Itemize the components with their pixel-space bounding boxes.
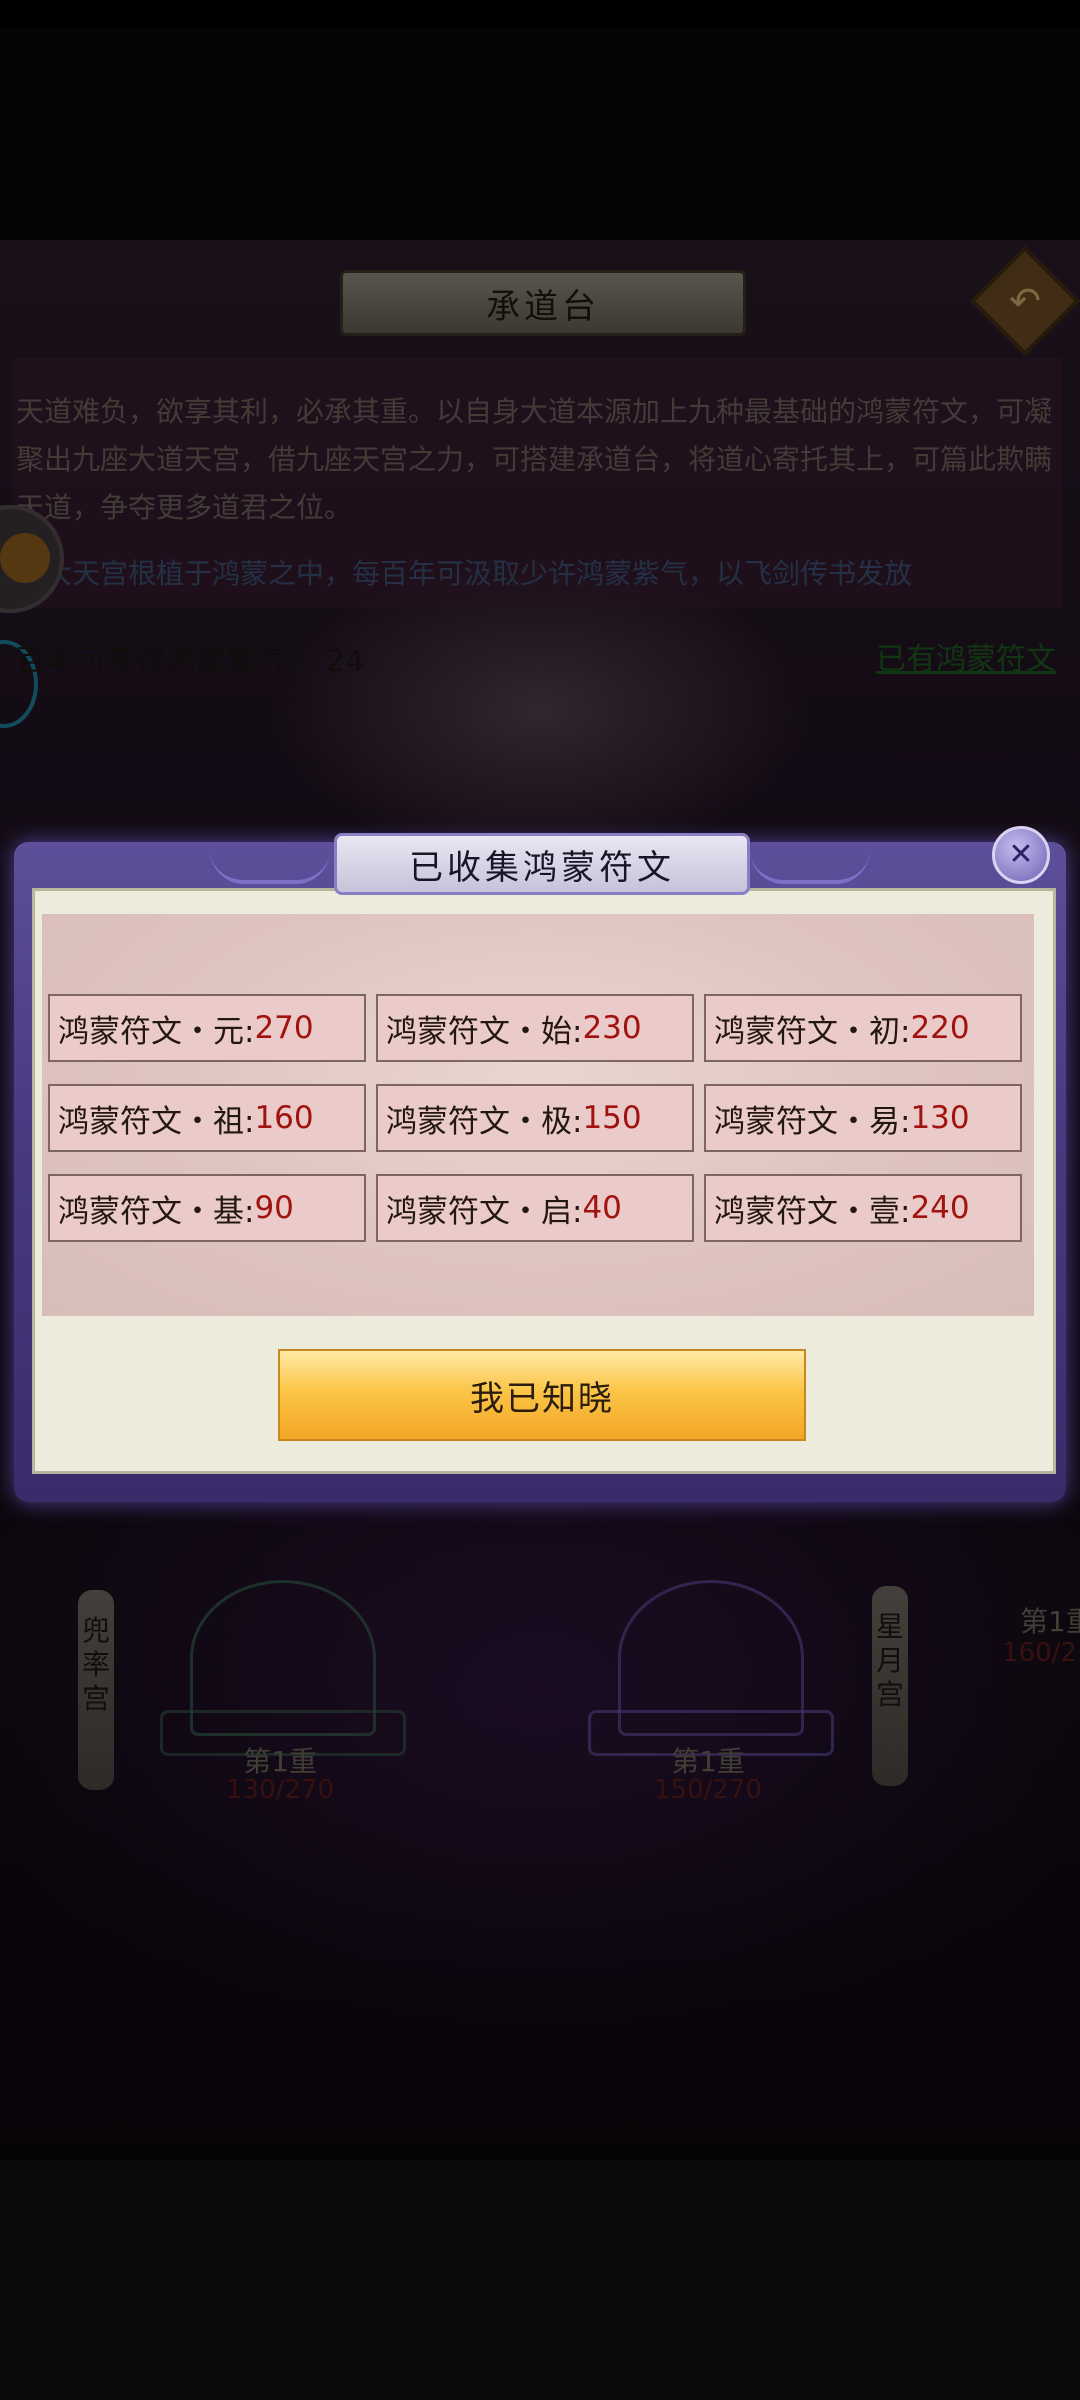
rune-label: 鸿蒙符文・始: [386,1013,583,1050]
rune-cell: 鸿蒙符文・极: 150 [376,1084,694,1152]
rune-label: 鸿蒙符文・壹: [714,1193,911,1230]
rune-cell: 鸿蒙符文・始: 230 [376,994,694,1062]
rune-cell: 鸿蒙符文・元: 270 [48,994,366,1062]
rune-cell: 鸿蒙符文・易: 130 [704,1084,1022,1152]
rune-label: 鸿蒙符文・基: [58,1193,255,1230]
rune-cell: 鸿蒙符文・祖: 160 [48,1084,366,1152]
rune-count: 230 [582,1010,642,1046]
header-ornament-right [750,850,870,884]
rune-count: 160 [254,1100,314,1136]
close-button[interactable]: ✕ [992,826,1050,884]
header-ornament-left [210,850,330,884]
rune-label: 鸿蒙符文・祖: [58,1103,255,1140]
close-x-icon: ✕ [1008,837,1034,872]
rune-count: 150 [582,1100,642,1136]
rune-count: 270 [254,1010,314,1046]
rune-label: 鸿蒙符文・启: [386,1193,583,1230]
rune-count: 220 [910,1010,970,1046]
rune-count: 40 [582,1190,622,1226]
rune-label: 鸿蒙符文・初: [714,1013,911,1050]
rune-cell: 鸿蒙符文・基: 90 [48,1174,366,1242]
rune-cell: 鸿蒙符文・启: 40 [376,1174,694,1242]
rune-count: 130 [910,1100,970,1136]
modal-title: 已收集鸿蒙符文 [334,833,750,895]
rune-cell: 鸿蒙符文・壹: 240 [704,1174,1022,1242]
rune-cell: 鸿蒙符文・初: 220 [704,994,1022,1062]
rune-count: 90 [254,1190,294,1226]
rune-label: 鸿蒙符文・极: [386,1103,583,1140]
rune-label: 鸿蒙符文・易: [714,1103,911,1140]
rune-label: 鸿蒙符文・元: [58,1013,255,1050]
confirm-button[interactable]: 我已知晓 [278,1349,806,1441]
rune-count: 240 [910,1190,970,1226]
rune-grid: 鸿蒙符文・元: 270 鸿蒙符文・始: 230 鸿蒙符文・初: 220 鸿蒙符文・祖:… [48,994,1024,1242]
